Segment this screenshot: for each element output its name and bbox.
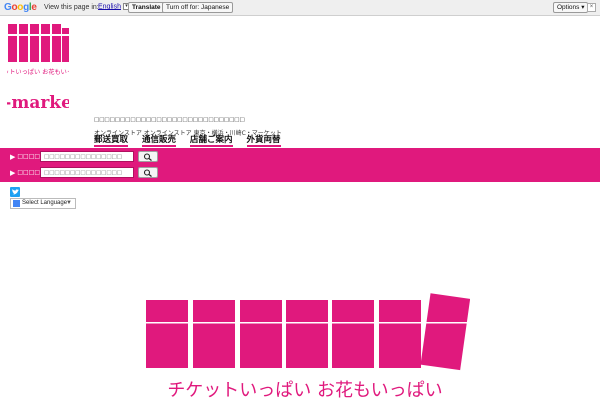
logo-brand: J-market bbox=[7, 93, 69, 113]
ticket-icon bbox=[240, 300, 282, 368]
site-tagline: □□□□□□□□□□□□□□□□□□□□□□□□□□□□□ bbox=[94, 117, 245, 123]
language-select[interactable]: Select Language ▼ bbox=[10, 198, 76, 209]
google-translate-bar: Google View this page in: English ▾ Trans… bbox=[0, 0, 600, 16]
ticket-icon bbox=[420, 293, 470, 371]
twitter-icon[interactable] bbox=[10, 187, 20, 197]
ticket-icon bbox=[193, 300, 235, 368]
search-row: ▶ □□□□ bbox=[10, 167, 158, 178]
translate-options-button[interactable]: Options ▾ bbox=[553, 2, 589, 13]
hero-slogan: チケットいっぱい お花もいっぱい bbox=[167, 380, 442, 400]
chevron-down-icon: ▼ bbox=[66, 200, 72, 206]
j-market-logo[interactable]: チケットいっぱい お花もいっぱい J-market bbox=[7, 22, 69, 114]
search-icon bbox=[143, 152, 152, 161]
search-icon bbox=[143, 168, 152, 177]
nav-item-currency-exchange[interactable]: 外貨両替 bbox=[246, 135, 281, 147]
nav-item-mail-order[interactable]: 通信販売 bbox=[142, 135, 177, 147]
ticket-icon bbox=[286, 300, 328, 368]
translate-view-text: View this page in: bbox=[44, 4, 99, 11]
search-input[interactable] bbox=[40, 167, 134, 178]
translate-language-link[interactable]: English ▾ bbox=[98, 3, 130, 10]
ticket-icon: ▶ bbox=[10, 152, 16, 161]
language-select-label: Select Language bbox=[22, 200, 68, 206]
hero-banner: チケットいっぱい お花もいっぱい bbox=[146, 293, 470, 400]
logo-slogan: チケットいっぱい お花もいっぱい bbox=[7, 68, 69, 76]
search-button[interactable] bbox=[138, 151, 158, 162]
nav-item-store-info[interactable]: 店舗ご案内 bbox=[190, 135, 233, 147]
ticket-icon bbox=[146, 300, 188, 368]
search-button[interactable] bbox=[138, 167, 158, 178]
ticket-icon bbox=[332, 300, 374, 368]
search-label: ▶ □□□□ bbox=[10, 168, 41, 177]
search-row: ▶ □□□□ bbox=[10, 151, 158, 162]
nav-item-mail-purchase[interactable]: 郵送買取 bbox=[94, 135, 129, 147]
search-label: ▶ □□□□ bbox=[10, 152, 41, 161]
search-band: ▶□□□□ ▶□□□□ bbox=[0, 148, 600, 182]
close-icon[interactable]: × bbox=[587, 3, 596, 12]
ticket-icon: ▶ bbox=[10, 168, 16, 177]
translate-button[interactable]: Translate bbox=[128, 2, 165, 13]
ticket-icon bbox=[379, 300, 421, 368]
main-nav: 郵送買取 通信販売 店舗ご案内 外貨両替 bbox=[94, 135, 281, 149]
google-translate-icon bbox=[13, 200, 20, 207]
search-input[interactable] bbox=[40, 151, 134, 162]
google-logo: Google bbox=[4, 2, 37, 13]
turn-off-translate-button[interactable]: Turn off for: Japanese bbox=[162, 2, 234, 13]
